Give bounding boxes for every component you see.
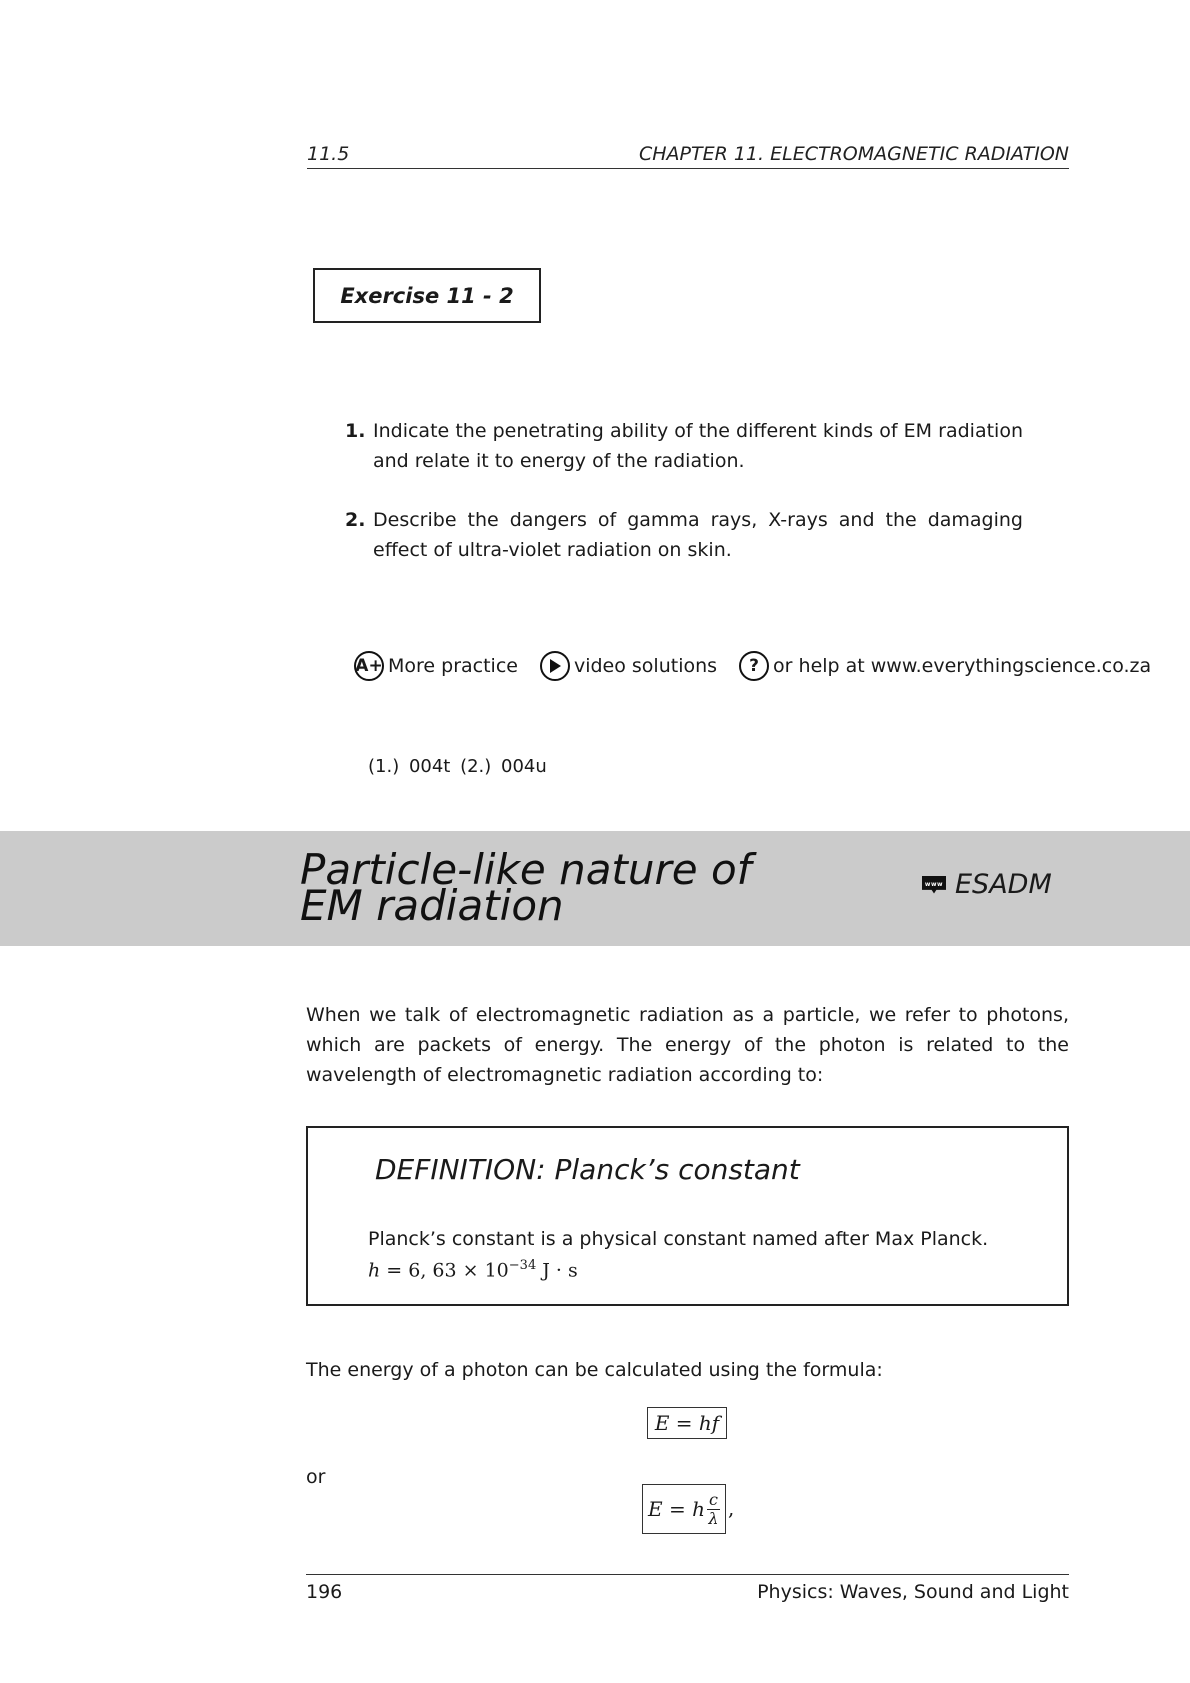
exercise-title: Exercise 11 - 2 (340, 283, 514, 308)
planck-symbol: h (368, 1259, 381, 1282)
question-text: Describe the dangers of gamma rays, X-ra… (373, 509, 1023, 561)
planck-unit: J · s (536, 1259, 578, 1282)
header-section-number: 11.5 (307, 143, 350, 165)
question-icon: ? (739, 651, 770, 681)
definition-text: Planck’s constant is a physical constant… (368, 1228, 989, 1250)
help-label: or help at www.everythingscience.co.za (773, 655, 1152, 677)
page-number: 196 (306, 1581, 343, 1603)
formula-e-hf: E = hf (647, 1407, 727, 1439)
intro-paragraph: When we talk of electromagnetic radiatio… (306, 1004, 1069, 1086)
or-label: or (306, 1466, 326, 1488)
book-title: Physics: Waves, Sound and Light (757, 1581, 1069, 1603)
a-plus-icon: A+ (354, 651, 384, 681)
definition-formula: h = 6, 63 × 10−34 J · s (368, 1258, 578, 1281)
www-book-icon: www (922, 875, 946, 894)
practice-codes: (1.) 004t (2.) 004u (368, 756, 547, 777)
video-solutions-label: video solutions (573, 655, 718, 677)
more-practice-label: More practice (388, 655, 518, 677)
formula-intro: The energy of a photon can be calculated… (306, 1359, 883, 1381)
section-code-link[interactable]: www ESADM (922, 869, 1052, 900)
question-number: 1. (345, 420, 366, 442)
question-item: 2. Describe the dangers of gamma rays, X… (345, 505, 1023, 565)
question-text: Indicate the penetrating ability of the … (373, 420, 1023, 472)
help-links-row: A+ More practice video solutions ? or he… (354, 647, 1151, 685)
formula-fraction: c λ (706, 1489, 720, 1528)
question-item: 1. Indicate the penetrating ability of t… (345, 416, 1023, 476)
formula-e-hc-lambda: E = h c λ (642, 1484, 726, 1534)
planck-value: = 6, 63 × 10 (380, 1259, 509, 1282)
definition-title: DEFINITION: Planck’s constant (375, 1153, 800, 1186)
fraction-denominator: λ (708, 1508, 719, 1528)
formula-e-hf-text: E = hf (654, 1411, 720, 1435)
more-practice-link[interactable]: A+ More practice (354, 651, 518, 681)
header-chapter-title: CHAPTER 11. ELECTROMAGNETIC RADIATION (638, 143, 1069, 165)
video-solutions-link[interactable]: video solutions (539, 651, 718, 681)
exercise-title-box: Exercise 11 - 2 (313, 268, 541, 323)
play-icon (539, 651, 570, 681)
planck-exponent: −34 (508, 1258, 537, 1273)
formula-prefix: E = h (648, 1497, 705, 1521)
header-rule (307, 168, 1069, 169)
fraction-numerator: c (706, 1489, 720, 1510)
question-number: 2. (345, 509, 366, 531)
help-link[interactable]: ? or help at www.everythingscience.co.za (739, 651, 1151, 681)
section-code: ESADM (955, 869, 1052, 900)
formula-comma: , (728, 1496, 735, 1520)
footer-rule (306, 1574, 1069, 1575)
section-title: Particle-like nature of EM radiation (300, 849, 820, 927)
